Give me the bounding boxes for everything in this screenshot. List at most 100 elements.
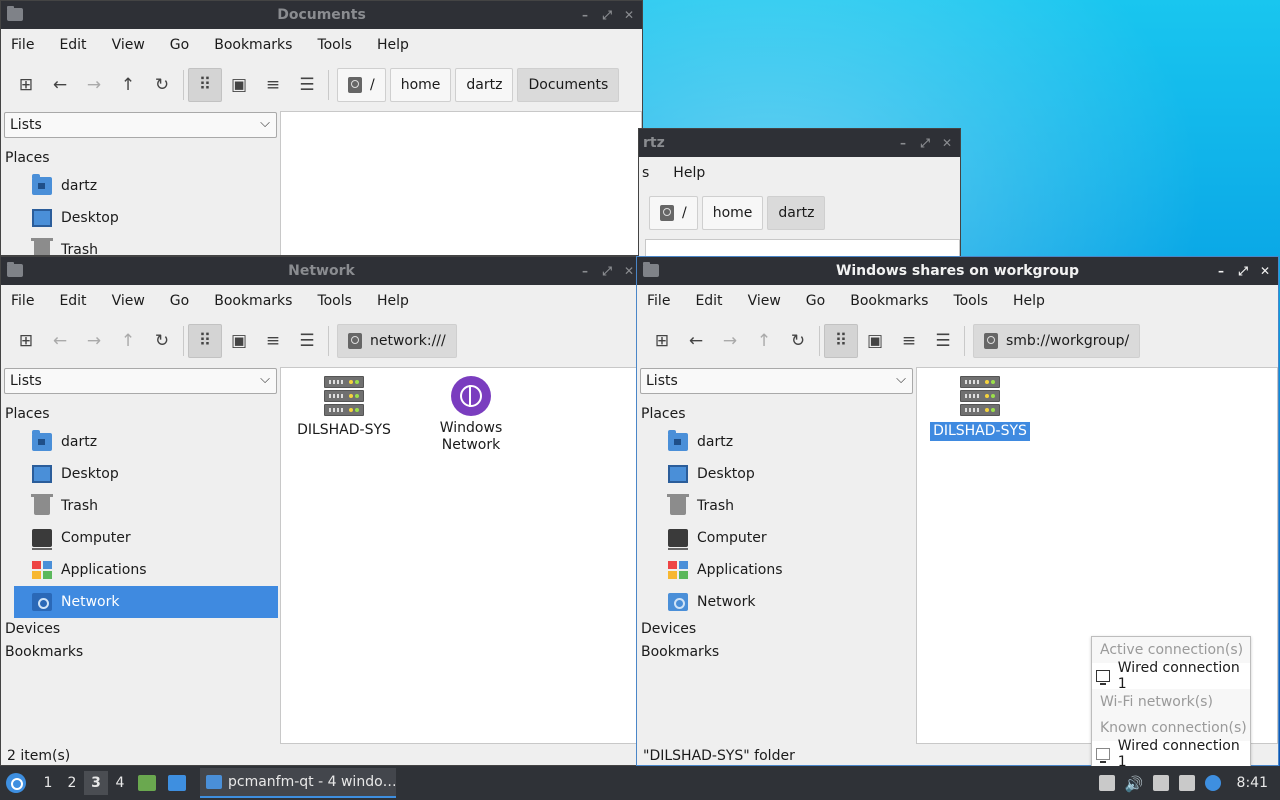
- reload-icon[interactable]: ↻: [781, 324, 815, 358]
- file-item-windows-network[interactable]: Windows Network: [416, 376, 526, 454]
- forward-icon[interactable]: →: [713, 324, 747, 358]
- menu-go[interactable]: Go: [806, 293, 825, 309]
- menu-help[interactable]: Help: [377, 293, 409, 309]
- path-documents-button[interactable]: Documents: [517, 68, 620, 102]
- close-icon[interactable]: ✕: [1258, 264, 1272, 278]
- menu-help[interactable]: Help: [377, 37, 409, 53]
- menu-view[interactable]: View: [112, 293, 145, 309]
- path-dartz-button[interactable]: dartz: [767, 196, 826, 230]
- forward-icon[interactable]: →: [77, 324, 111, 358]
- sidebar-item-trash[interactable]: Trash: [14, 234, 278, 255]
- new-tab-icon[interactable]: ⊞: [9, 68, 43, 102]
- detailed-view-icon[interactable]: ☰: [290, 324, 324, 358]
- minimize-icon[interactable]: –: [896, 136, 910, 150]
- path-smb-button[interactable]: smb://workgroup/: [973, 324, 1141, 358]
- side-pane-mode-select[interactable]: Lists ⌵: [4, 112, 277, 138]
- close-icon[interactable]: ✕: [940, 136, 954, 150]
- menu-view[interactable]: View: [112, 37, 145, 53]
- sidebar-item-trash[interactable]: Trash: [14, 490, 278, 522]
- known-wired-connection-item[interactable]: Wired connection 1: [1092, 738, 1250, 770]
- sidebar-item-computer[interactable]: Computer: [650, 522, 914, 554]
- forward-icon[interactable]: →: [77, 68, 111, 102]
- sidebar-item-applications[interactable]: Applications: [650, 554, 914, 586]
- new-tab-icon[interactable]: ⊞: [9, 324, 43, 358]
- menu-view[interactable]: View: [748, 293, 781, 309]
- start-menu-icon[interactable]: [6, 773, 26, 793]
- icon-view-icon[interactable]: ⠿: [188, 324, 222, 358]
- detailed-view-icon[interactable]: ☰: [290, 68, 324, 102]
- clipboard-icon[interactable]: [1152, 775, 1169, 791]
- menu-edit[interactable]: Edit: [59, 293, 86, 309]
- devices-section-label[interactable]: Devices: [1, 618, 279, 641]
- bookmarks-section-label[interactable]: Bookmarks: [1, 641, 279, 664]
- thumbnail-view-icon[interactable]: ▣: [858, 324, 892, 358]
- sidebar-item-applications[interactable]: Applications: [14, 554, 278, 586]
- menu-file[interactable]: File: [647, 293, 670, 309]
- new-tab-icon[interactable]: ⊞: [645, 324, 679, 358]
- task-button-pcmanfm[interactable]: pcmanfm-qt - 4 windo…: [200, 768, 396, 798]
- minimize-icon[interactable]: –: [578, 264, 592, 278]
- side-pane-mode-select[interactable]: Lists ⌵: [640, 368, 913, 394]
- bookmarks-section-label[interactable]: Bookmarks: [637, 641, 915, 664]
- back-icon[interactable]: ←: [679, 324, 713, 358]
- places-section-label[interactable]: Places: [637, 403, 915, 426]
- menu-tools[interactable]: Tools: [317, 37, 352, 53]
- menu-file[interactable]: File: [11, 37, 34, 53]
- menu-help[interactable]: Help: [1013, 293, 1045, 309]
- sidebar-item-computer[interactable]: Computer: [14, 522, 278, 554]
- detailed-view-icon[interactable]: ☰: [926, 324, 960, 358]
- close-icon[interactable]: ✕: [622, 264, 636, 278]
- menu-tools[interactable]: Tools: [953, 293, 988, 309]
- sidebar-item-network[interactable]: Network: [650, 586, 914, 618]
- menu-go[interactable]: Go: [170, 293, 189, 309]
- network-tray-icon[interactable]: [1178, 775, 1195, 791]
- documents-titlebar[interactable]: Documents – ⤢ ✕: [1, 1, 642, 29]
- side-pane-mode-select[interactable]: Lists ⌵: [4, 368, 277, 394]
- sidebar-item-trash[interactable]: Trash: [650, 490, 914, 522]
- devices-section-label[interactable]: Devices: [637, 618, 915, 641]
- sidebar-item-dartz[interactable]: dartz: [650, 426, 914, 458]
- sidebar-item-desktop[interactable]: Desktop: [14, 458, 278, 490]
- compact-view-icon[interactable]: ≡: [892, 324, 926, 358]
- thumbnail-view-icon[interactable]: ▣: [222, 324, 256, 358]
- maximize-icon[interactable]: ⤢: [1236, 264, 1250, 279]
- reload-icon[interactable]: ↻: [145, 324, 179, 358]
- icon-view-icon[interactable]: ⠿: [824, 324, 858, 358]
- compact-view-icon[interactable]: ≡: [256, 68, 290, 102]
- minimize-icon[interactable]: –: [578, 8, 592, 22]
- sidebar-item-desktop[interactable]: Desktop: [14, 202, 278, 234]
- path-home-button[interactable]: home: [389, 68, 452, 102]
- minimize-icon[interactable]: –: [1214, 264, 1228, 278]
- file-manager-launcher-icon[interactable]: [138, 775, 156, 791]
- maximize-icon[interactable]: ⤢: [600, 8, 614, 23]
- sidebar-item-dartz[interactable]: dartz: [14, 170, 278, 202]
- maximize-icon[interactable]: ⤢: [918, 136, 932, 151]
- file-view[interactable]: [280, 111, 642, 255]
- menu-file[interactable]: File: [11, 293, 34, 309]
- workspace-4[interactable]: 4: [108, 775, 132, 791]
- menu-edit[interactable]: Edit: [695, 293, 722, 309]
- close-icon[interactable]: ✕: [622, 8, 636, 22]
- show-desktop-icon[interactable]: [168, 775, 186, 791]
- menu-tools[interactable]: Tools: [317, 293, 352, 309]
- file-view[interactable]: DILSHAD-SYS Windows Network: [280, 367, 642, 744]
- menu-bookmarks[interactable]: Bookmarks: [214, 293, 292, 309]
- places-section-label[interactable]: Places: [1, 147, 279, 170]
- back-icon[interactable]: ←: [43, 68, 77, 102]
- places-section-label[interactable]: Places: [1, 403, 279, 426]
- up-icon[interactable]: ↑: [111, 68, 145, 102]
- workspace-2[interactable]: 2: [60, 775, 84, 791]
- menu-go[interactable]: Go: [170, 37, 189, 53]
- active-wired-connection-item[interactable]: Wired connection 1: [1092, 660, 1250, 692]
- thumbnail-view-icon[interactable]: ▣: [222, 68, 256, 102]
- path-network-button[interactable]: network:///: [337, 324, 457, 358]
- icon-view-icon[interactable]: ⠿: [188, 68, 222, 102]
- maximize-icon[interactable]: ⤢: [600, 264, 614, 279]
- sidebar-item-desktop[interactable]: Desktop: [650, 458, 914, 490]
- menu-bookmarks[interactable]: Bookmarks: [214, 37, 292, 53]
- path-dartz-button[interactable]: dartz: [455, 68, 514, 102]
- dartz-titlebar[interactable]: rtz – ⤢ ✕: [639, 129, 960, 157]
- reload-icon[interactable]: ↻: [145, 68, 179, 102]
- workspace-3[interactable]: 3: [84, 771, 108, 795]
- sidebar-item-dartz[interactable]: dartz: [14, 426, 278, 458]
